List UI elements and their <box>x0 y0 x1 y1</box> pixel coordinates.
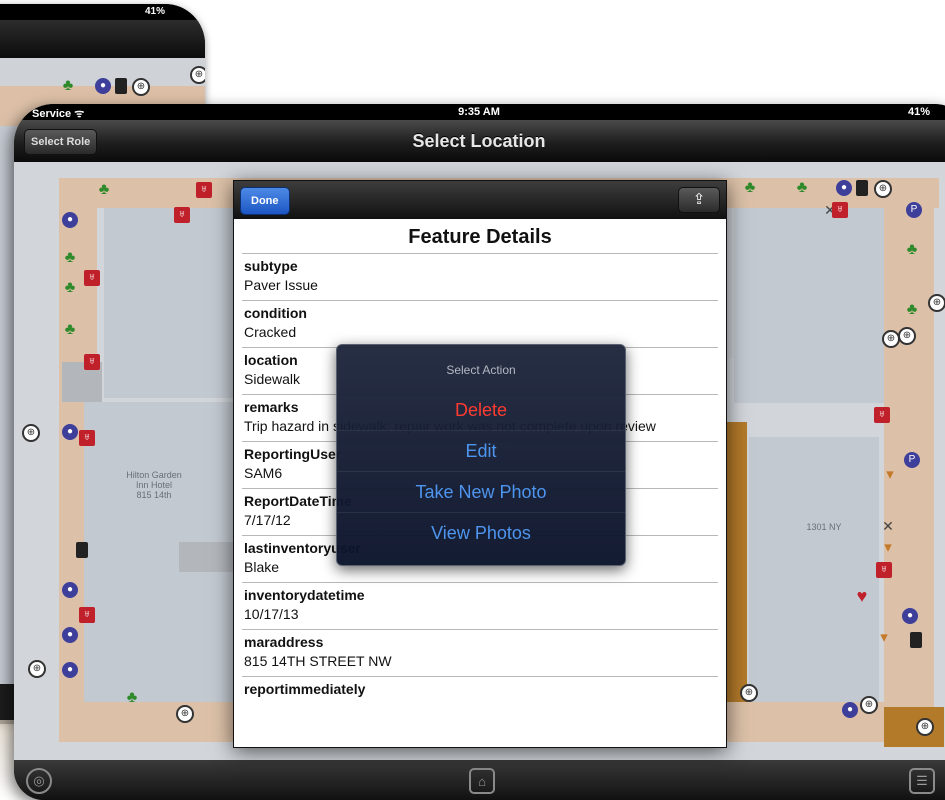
field-value: Cracked <box>244 324 297 340</box>
page-title: Select Location <box>412 131 546 151</box>
feature-field: subtype Paver Issue <box>242 253 718 300</box>
popover-title: Feature Details <box>408 226 552 248</box>
feature-field: maraddress 815 14TH STREET NW <box>242 629 718 676</box>
meter-icon[interactable]: ⊕ <box>874 180 892 198</box>
done-button[interactable]: Done <box>240 187 290 215</box>
removed-icon[interactable]: ✕ <box>880 518 896 534</box>
meter-icon[interactable]: ⊕ <box>176 705 194 723</box>
hydrant-icon[interactable]: ♅ <box>874 407 890 423</box>
planter-icon[interactable]: ▾ <box>876 630 892 646</box>
feature-field: condition Cracked <box>242 300 718 347</box>
accessibility-icon[interactable]: ● <box>62 582 78 598</box>
meter-icon[interactable]: ⊕ <box>882 330 900 348</box>
meter-icon[interactable]: ⊕ <box>928 294 945 312</box>
meter-icon[interactable]: ⊕ <box>860 696 878 714</box>
hydrant-icon[interactable]: ♅ <box>79 607 95 623</box>
back-nav-bar <box>0 20 205 58</box>
feature-field: reportimmediately <box>242 676 718 703</box>
tree-icon[interactable]: ♣ <box>62 322 78 338</box>
tree-icon[interactable]: ♣ <box>904 302 920 318</box>
tree-icon[interactable]: ♣ <box>96 182 112 198</box>
meter-icon[interactable]: ⊕ <box>916 718 934 736</box>
delete-button[interactable]: Delete <box>337 390 625 430</box>
trash-icon[interactable] <box>76 542 88 558</box>
edit-button[interactable]: Edit <box>337 430 625 471</box>
accessibility-icon[interactable]: ● <box>836 180 852 196</box>
locate-icon[interactable]: ◎ <box>26 768 52 794</box>
trash-icon <box>115 78 127 94</box>
status-bar: Service ᯤ 9:35 AM 41% <box>14 104 945 120</box>
accessibility-icon: ● <box>95 78 111 94</box>
parking-meter-icon[interactable]: P <box>904 452 920 468</box>
field-key: subtype <box>244 258 298 274</box>
clock: 9:35 AM <box>458 106 500 118</box>
field-value: Paver Issue <box>244 277 318 293</box>
meter-icon: ⊕ <box>132 78 150 96</box>
hydrant-icon[interactable]: ♅ <box>876 562 892 578</box>
meter-icon[interactable]: ⊕ <box>898 327 916 345</box>
hydrant-icon[interactable]: ♅ <box>84 270 100 286</box>
list-icon[interactable]: ☰ <box>909 768 935 794</box>
take-new-photo-button[interactable]: Take New Photo <box>337 471 625 512</box>
hydrant-icon[interactable]: ♅ <box>174 207 190 223</box>
field-key: condition <box>244 305 307 321</box>
parking-meter-icon[interactable]: P <box>906 202 922 218</box>
field-key: reportimmediately <box>244 681 366 697</box>
tree-icon[interactable]: ♣ <box>794 180 810 196</box>
trash-icon[interactable] <box>856 180 868 196</box>
view-photos-button[interactable]: View Photos <box>337 512 625 553</box>
action-sheet-title: Select Action <box>446 363 516 377</box>
tree-icon: ♣ <box>62 77 74 94</box>
planter-icon[interactable]: ▾ <box>882 467 898 483</box>
hydrant-icon[interactable]: ♅ <box>84 354 100 370</box>
meter-icon[interactable]: ⊕ <box>28 660 46 678</box>
heart-icon[interactable]: ♥ <box>854 587 870 605</box>
accessibility-icon[interactable]: ● <box>902 608 918 624</box>
tree-icon[interactable]: ♣ <box>62 250 78 266</box>
accessibility-icon[interactable]: ● <box>62 212 78 228</box>
accessibility-icon[interactable]: ● <box>62 424 78 440</box>
hydrant-icon[interactable]: ♅ <box>79 430 95 446</box>
planter-icon[interactable]: ▾ <box>880 540 896 556</box>
tree-icon[interactable]: ♣ <box>742 180 758 196</box>
accessibility-icon[interactable]: ● <box>62 627 78 643</box>
hydrant-icon[interactable]: ♅ <box>832 202 848 218</box>
field-value: 10/17/13 <box>244 606 299 622</box>
meter-icon[interactable]: ⊕ <box>22 424 40 442</box>
back-status-bar: 41% <box>0 4 205 20</box>
trash-icon[interactable] <box>910 632 922 648</box>
tree-icon[interactable]: ♣ <box>124 690 140 706</box>
accessibility-icon[interactable]: ● <box>62 662 78 678</box>
tab-bar: ◎ ⌂ ☰ <box>14 760 945 800</box>
field-key: maraddress <box>244 634 324 650</box>
hydrant-icon[interactable]: ♅ <box>196 182 212 198</box>
select-action-sheet: Select Action Delete Edit Take New Photo… <box>336 344 626 566</box>
feature-field: inventorydatetime 10/17/13 <box>242 582 718 629</box>
field-value: 815 14TH STREET NW <box>244 653 392 669</box>
meter-icon: ⊕ <box>190 66 205 84</box>
accessibility-icon[interactable]: ● <box>842 702 858 718</box>
building-label: 1301 NY <box>806 522 842 532</box>
share-icon[interactable]: ⇪ <box>678 187 720 213</box>
popover-toolbar: Done ⇪ <box>234 181 726 219</box>
field-key: inventorydatetime <box>244 587 365 603</box>
tree-icon[interactable]: ♣ <box>62 280 78 296</box>
nav-bar: Select Role Select Location <box>14 120 945 163</box>
building-label: Hilton Garden Inn Hotel 815 14th <box>126 470 182 500</box>
tree-icon[interactable]: ♣ <box>904 242 920 258</box>
meter-icon[interactable]: ⊕ <box>740 684 758 702</box>
home-icon[interactable]: ⌂ <box>469 768 495 794</box>
battery-label: 41% <box>907 106 930 118</box>
